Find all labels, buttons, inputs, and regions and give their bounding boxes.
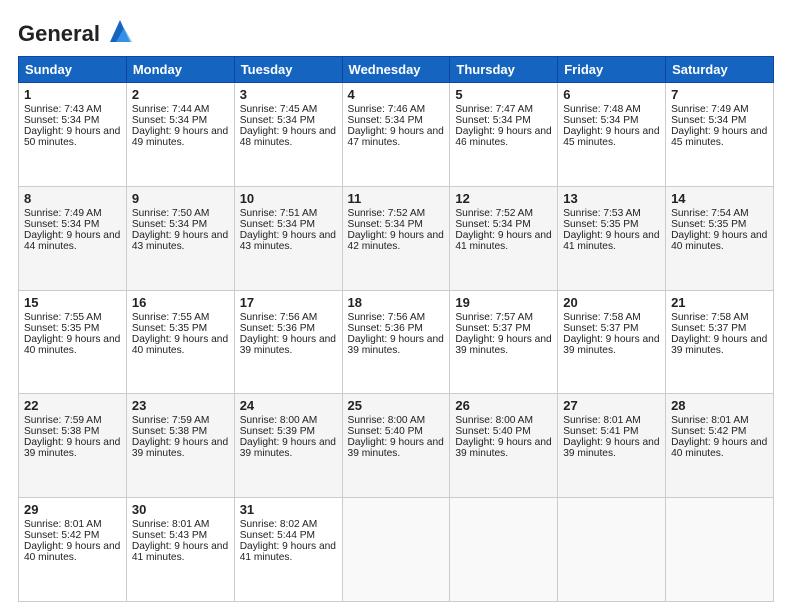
day-number: 16 bbox=[132, 295, 229, 310]
calendar-col-tuesday: Tuesday bbox=[234, 57, 342, 83]
calendar-cell: 14Sunrise: 7:54 AMSunset: 5:35 PMDayligh… bbox=[666, 186, 774, 290]
calendar-cell: 20Sunrise: 7:58 AMSunset: 5:37 PMDayligh… bbox=[558, 290, 666, 394]
day-number: 13 bbox=[563, 191, 660, 206]
calendar-cell: 26Sunrise: 8:00 AMSunset: 5:40 PMDayligh… bbox=[450, 394, 558, 498]
calendar-cell: 18Sunrise: 7:56 AMSunset: 5:36 PMDayligh… bbox=[342, 290, 450, 394]
calendar-cell: 21Sunrise: 7:58 AMSunset: 5:37 PMDayligh… bbox=[666, 290, 774, 394]
calendar-cell bbox=[558, 498, 666, 602]
day-number: 26 bbox=[455, 398, 552, 413]
day-number: 18 bbox=[348, 295, 445, 310]
calendar-week-row: 22Sunrise: 7:59 AMSunset: 5:38 PMDayligh… bbox=[19, 394, 774, 498]
calendar-cell: 7Sunrise: 7:49 AMSunset: 5:34 PMDaylight… bbox=[666, 83, 774, 187]
calendar-header-row: SundayMondayTuesdayWednesdayThursdayFrid… bbox=[19, 57, 774, 83]
calendar-cell: 19Sunrise: 7:57 AMSunset: 5:37 PMDayligh… bbox=[450, 290, 558, 394]
day-number: 7 bbox=[671, 87, 768, 102]
day-number: 2 bbox=[132, 87, 229, 102]
day-number: 27 bbox=[563, 398, 660, 413]
calendar-cell: 13Sunrise: 7:53 AMSunset: 5:35 PMDayligh… bbox=[558, 186, 666, 290]
calendar-cell: 24Sunrise: 8:00 AMSunset: 5:39 PMDayligh… bbox=[234, 394, 342, 498]
calendar-col-saturday: Saturday bbox=[666, 57, 774, 83]
calendar-cell: 9Sunrise: 7:50 AMSunset: 5:34 PMDaylight… bbox=[126, 186, 234, 290]
day-number: 1 bbox=[24, 87, 121, 102]
day-number: 22 bbox=[24, 398, 121, 413]
calendar-cell: 29Sunrise: 8:01 AMSunset: 5:42 PMDayligh… bbox=[19, 498, 127, 602]
day-number: 23 bbox=[132, 398, 229, 413]
day-number: 14 bbox=[671, 191, 768, 206]
calendar-cell: 11Sunrise: 7:52 AMSunset: 5:34 PMDayligh… bbox=[342, 186, 450, 290]
day-number: 11 bbox=[348, 191, 445, 206]
calendar-cell: 6Sunrise: 7:48 AMSunset: 5:34 PMDaylight… bbox=[558, 83, 666, 187]
day-number: 20 bbox=[563, 295, 660, 310]
day-number: 4 bbox=[348, 87, 445, 102]
calendar-cell: 28Sunrise: 8:01 AMSunset: 5:42 PMDayligh… bbox=[666, 394, 774, 498]
day-number: 21 bbox=[671, 295, 768, 310]
calendar-cell: 15Sunrise: 7:55 AMSunset: 5:35 PMDayligh… bbox=[19, 290, 127, 394]
logo-icon bbox=[102, 14, 138, 50]
calendar-week-row: 8Sunrise: 7:49 AMSunset: 5:34 PMDaylight… bbox=[19, 186, 774, 290]
day-number: 5 bbox=[455, 87, 552, 102]
calendar-cell: 16Sunrise: 7:55 AMSunset: 5:35 PMDayligh… bbox=[126, 290, 234, 394]
calendar-cell: 1Sunrise: 7:43 AMSunset: 5:34 PMDaylight… bbox=[19, 83, 127, 187]
calendar-week-row: 29Sunrise: 8:01 AMSunset: 5:42 PMDayligh… bbox=[19, 498, 774, 602]
calendar-cell: 22Sunrise: 7:59 AMSunset: 5:38 PMDayligh… bbox=[19, 394, 127, 498]
day-number: 24 bbox=[240, 398, 337, 413]
day-number: 8 bbox=[24, 191, 121, 206]
calendar-cell: 5Sunrise: 7:47 AMSunset: 5:34 PMDaylight… bbox=[450, 83, 558, 187]
calendar-cell: 25Sunrise: 8:00 AMSunset: 5:40 PMDayligh… bbox=[342, 394, 450, 498]
calendar-cell: 12Sunrise: 7:52 AMSunset: 5:34 PMDayligh… bbox=[450, 186, 558, 290]
calendar-cell: 31Sunrise: 8:02 AMSunset: 5:44 PMDayligh… bbox=[234, 498, 342, 602]
day-number: 17 bbox=[240, 295, 337, 310]
page: General SundayMondayTuesdayWednesdayThur… bbox=[0, 0, 792, 612]
day-number: 29 bbox=[24, 502, 121, 517]
day-number: 10 bbox=[240, 191, 337, 206]
calendar-cell: 8Sunrise: 7:49 AMSunset: 5:34 PMDaylight… bbox=[19, 186, 127, 290]
calendar-col-monday: Monday bbox=[126, 57, 234, 83]
calendar-cell bbox=[666, 498, 774, 602]
calendar-cell: 2Sunrise: 7:44 AMSunset: 5:34 PMDaylight… bbox=[126, 83, 234, 187]
calendar-cell: 27Sunrise: 8:01 AMSunset: 5:41 PMDayligh… bbox=[558, 394, 666, 498]
calendar-table: SundayMondayTuesdayWednesdayThursdayFrid… bbox=[18, 56, 774, 602]
day-number: 6 bbox=[563, 87, 660, 102]
calendar-cell: 4Sunrise: 7:46 AMSunset: 5:34 PMDaylight… bbox=[342, 83, 450, 187]
calendar-col-friday: Friday bbox=[558, 57, 666, 83]
day-number: 3 bbox=[240, 87, 337, 102]
day-number: 31 bbox=[240, 502, 337, 517]
calendar-col-thursday: Thursday bbox=[450, 57, 558, 83]
day-number: 28 bbox=[671, 398, 768, 413]
calendar-cell bbox=[342, 498, 450, 602]
calendar-cell: 10Sunrise: 7:51 AMSunset: 5:34 PMDayligh… bbox=[234, 186, 342, 290]
day-number: 30 bbox=[132, 502, 229, 517]
day-number: 15 bbox=[24, 295, 121, 310]
day-number: 19 bbox=[455, 295, 552, 310]
calendar-cell: 17Sunrise: 7:56 AMSunset: 5:36 PMDayligh… bbox=[234, 290, 342, 394]
calendar-col-sunday: Sunday bbox=[19, 57, 127, 83]
day-number: 9 bbox=[132, 191, 229, 206]
calendar-cell: 30Sunrise: 8:01 AMSunset: 5:43 PMDayligh… bbox=[126, 498, 234, 602]
calendar-week-row: 1Sunrise: 7:43 AMSunset: 5:34 PMDaylight… bbox=[19, 83, 774, 187]
logo: General bbox=[18, 18, 138, 46]
calendar-week-row: 15Sunrise: 7:55 AMSunset: 5:35 PMDayligh… bbox=[19, 290, 774, 394]
header: General bbox=[18, 18, 774, 46]
calendar-cell bbox=[450, 498, 558, 602]
calendar-cell: 23Sunrise: 7:59 AMSunset: 5:38 PMDayligh… bbox=[126, 394, 234, 498]
calendar-cell: 3Sunrise: 7:45 AMSunset: 5:34 PMDaylight… bbox=[234, 83, 342, 187]
day-number: 12 bbox=[455, 191, 552, 206]
calendar-col-wednesday: Wednesday bbox=[342, 57, 450, 83]
logo-general: General bbox=[18, 21, 100, 47]
day-number: 25 bbox=[348, 398, 445, 413]
